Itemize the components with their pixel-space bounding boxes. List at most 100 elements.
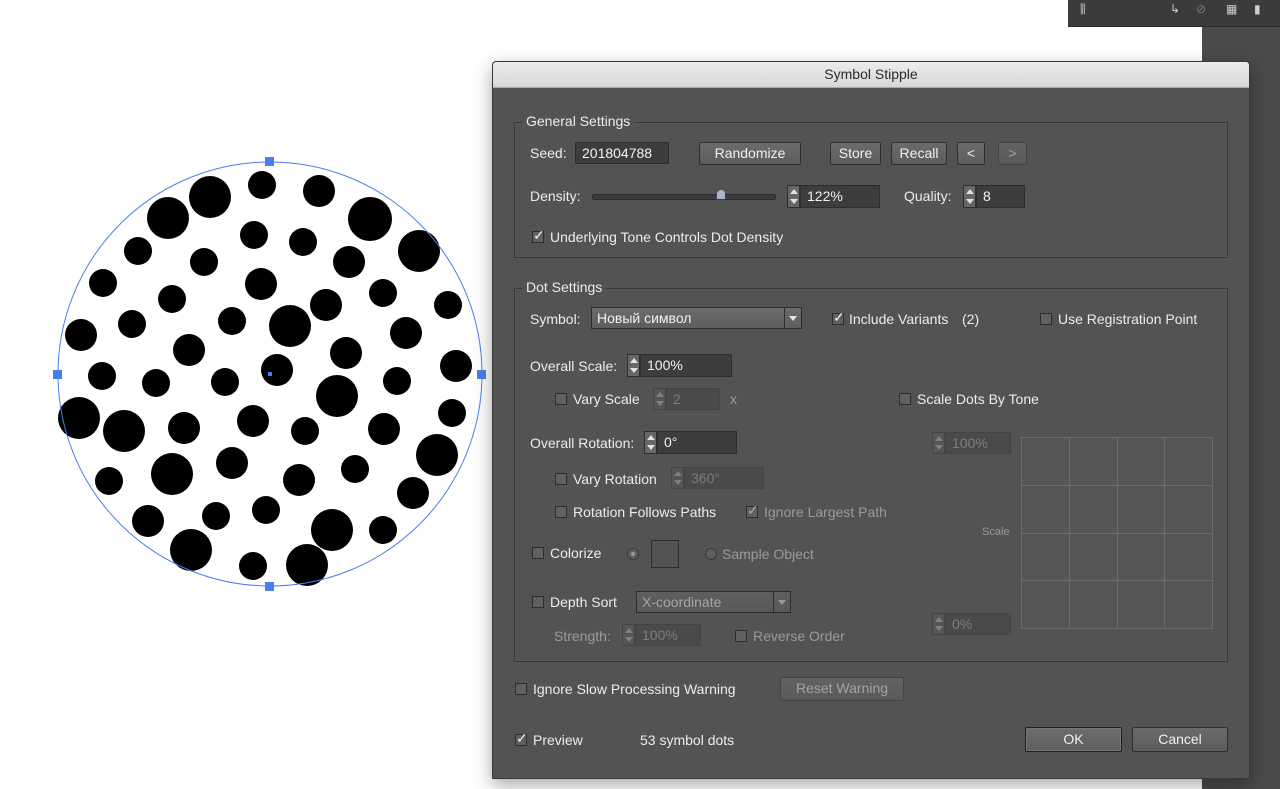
- selection-handle-right[interactable]: [477, 370, 486, 379]
- stipple-dot[interactable]: [438, 399, 466, 427]
- stipple-dot[interactable]: [202, 502, 230, 530]
- stipple-dot[interactable]: [310, 289, 342, 321]
- stipple-dot[interactable]: [261, 354, 293, 386]
- artwork-canvas[interactable]: [0, 0, 492, 789]
- vary-scale-stepper[interactable]: [653, 388, 666, 410]
- stipple-dot[interactable]: [237, 405, 269, 437]
- reverse-order-checkbox[interactable]: [735, 630, 747, 642]
- unlink-icon[interactable]: ⊘: [1196, 2, 1206, 16]
- graph-bottom-input[interactable]: 0%: [945, 613, 1011, 635]
- depth-sort-checkbox[interactable]: [532, 596, 544, 608]
- vary-rotation-stepper[interactable]: [671, 467, 684, 489]
- overall-scale-stepper[interactable]: [627, 354, 640, 377]
- stipple-dot[interactable]: [89, 269, 117, 297]
- stipple-dot[interactable]: [440, 350, 472, 382]
- next-seed-button[interactable]: >: [998, 142, 1027, 165]
- symbol-select[interactable]: Новый символ: [591, 307, 802, 329]
- stipple-dot[interactable]: [348, 197, 392, 241]
- density-input[interactable]: 122%: [800, 185, 880, 208]
- cancel-button[interactable]: Cancel: [1132, 727, 1228, 752]
- colorize-swatch-radio[interactable]: [627, 548, 639, 560]
- preview-checkbox[interactable]: ✓: [515, 730, 528, 746]
- stipple-dot[interactable]: [333, 246, 365, 278]
- arrow-icon[interactable]: ↳: [1170, 2, 1180, 16]
- library-icon[interactable]: ⫼: [1080, 2, 1086, 17]
- registration-point-checkbox[interactable]: [1040, 313, 1052, 325]
- overall-rotation-stepper[interactable]: [644, 431, 657, 454]
- stipple-dot[interactable]: [397, 477, 429, 509]
- stipple-dot[interactable]: [190, 248, 218, 276]
- selection-handle-top[interactable]: [265, 157, 274, 166]
- vary-scale-checkbox[interactable]: [555, 393, 567, 405]
- strength-stepper[interactable]: [622, 624, 635, 646]
- rotation-follows-paths-checkbox[interactable]: [555, 506, 567, 518]
- prev-seed-button[interactable]: <: [957, 142, 985, 165]
- dialog-title[interactable]: Symbol Stipple: [493, 62, 1249, 88]
- stipple-dot[interactable]: [95, 467, 123, 495]
- stipple-dot[interactable]: [118, 310, 146, 338]
- include-variants-checkbox[interactable]: ✓: [832, 309, 845, 325]
- quality-stepper[interactable]: [963, 185, 976, 208]
- reset-warning-button[interactable]: Reset Warning: [780, 677, 904, 701]
- color-swatch[interactable]: [651, 540, 679, 568]
- stipple-dot[interactable]: [65, 319, 97, 351]
- stipple-dot[interactable]: [168, 412, 200, 444]
- vary-rotation-input[interactable]: 360°: [684, 467, 764, 489]
- stipple-dot[interactable]: [291, 417, 319, 445]
- stipple-dot[interactable]: [316, 375, 358, 417]
- stipple-dot[interactable]: [383, 367, 411, 395]
- stipple-dot[interactable]: [103, 410, 145, 452]
- strength-input[interactable]: 100%: [635, 624, 701, 646]
- randomize-button[interactable]: Randomize: [699, 142, 801, 165]
- ignore-largest-path-checkbox[interactable]: ✓: [746, 502, 759, 518]
- stipple-dot[interactable]: [311, 509, 353, 551]
- stipple-dot[interactable]: [416, 434, 458, 476]
- sample-object-radio[interactable]: [705, 548, 717, 560]
- stipple-dot[interactable]: [330, 337, 362, 369]
- stipple-dot[interactable]: [151, 453, 193, 495]
- stipple-dot[interactable]: [283, 464, 315, 496]
- stipple-dot[interactable]: [239, 552, 267, 580]
- stipple-dot[interactable]: [289, 228, 317, 256]
- selection-handle-bottom[interactable]: [265, 582, 274, 591]
- stipple-dot[interactable]: [245, 268, 277, 300]
- store-button[interactable]: Store: [830, 142, 881, 165]
- stipple-dot[interactable]: [189, 176, 231, 218]
- tone-density-checkbox[interactable]: ✓: [532, 227, 545, 243]
- stipple-dot[interactable]: [173, 334, 205, 366]
- stipple-dot[interactable]: [142, 369, 170, 397]
- stipple-dot[interactable]: [269, 305, 311, 347]
- stipple-dot[interactable]: [240, 221, 268, 249]
- graph-top-stepper[interactable]: [932, 432, 945, 454]
- stipple-dot[interactable]: [216, 447, 248, 479]
- stipple-dot[interactable]: [132, 505, 164, 537]
- recall-button[interactable]: Recall: [891, 142, 947, 165]
- stipple-dot[interactable]: [390, 317, 422, 349]
- overall-rotation-input[interactable]: 0°: [657, 431, 737, 454]
- stipple-dot[interactable]: [147, 197, 189, 239]
- stipple-dot[interactable]: [211, 368, 239, 396]
- stipple-dot[interactable]: [369, 516, 397, 544]
- graph-top-input[interactable]: 100%: [945, 432, 1011, 454]
- overall-scale-input[interactable]: 100%: [640, 354, 732, 377]
- stipple-dot[interactable]: [369, 279, 397, 307]
- stipple-dot[interactable]: [341, 455, 369, 483]
- stipple-dot[interactable]: [88, 362, 116, 390]
- stipple-dot[interactable]: [252, 496, 280, 524]
- stipple-dot[interactable]: [303, 175, 335, 207]
- vary-rotation-checkbox[interactable]: [555, 473, 567, 485]
- stipple-dot[interactable]: [398, 230, 440, 272]
- document-icon[interactable]: ▮: [1254, 2, 1261, 16]
- ok-button[interactable]: OK: [1025, 727, 1122, 752]
- graph-bottom-stepper[interactable]: [932, 613, 945, 635]
- seed-input[interactable]: 201804788: [575, 142, 669, 164]
- vary-scale-input[interactable]: 2: [666, 388, 720, 410]
- density-slider[interactable]: [592, 194, 776, 200]
- selection-center-point[interactable]: [268, 372, 272, 376]
- stipple-dot[interactable]: [368, 413, 400, 445]
- stipple-dot[interactable]: [218, 307, 246, 335]
- stipple-dot[interactable]: [58, 397, 100, 439]
- ignore-warning-checkbox[interactable]: [515, 683, 527, 695]
- table-icon[interactable]: ▦: [1226, 2, 1237, 16]
- selection-handle-left[interactable]: [53, 370, 62, 379]
